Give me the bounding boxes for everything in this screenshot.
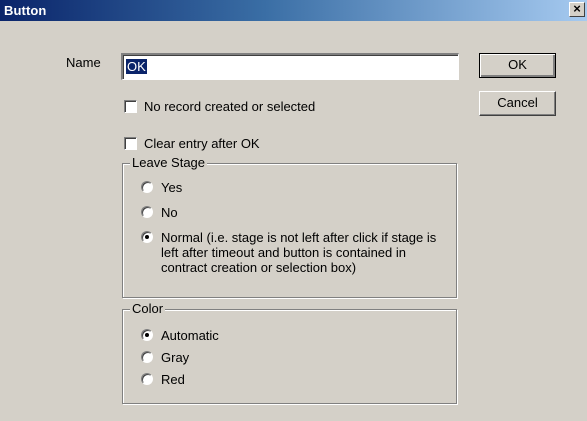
no-record-label: No record created or selected xyxy=(144,99,316,114)
leave-stage-normal-label: Normal (i.e. stage is not left after cli… xyxy=(161,230,437,275)
ok-button[interactable]: OK xyxy=(479,53,556,78)
color-gray-radio[interactable] xyxy=(141,351,153,363)
leave-stage-yes-radio[interactable] xyxy=(141,181,153,193)
clear-entry-label: Clear entry after OK xyxy=(144,136,260,151)
close-icon[interactable]: × xyxy=(569,2,585,17)
name-input[interactable]: OK xyxy=(121,53,459,80)
name-label: Name xyxy=(66,55,101,70)
name-input-value: OK xyxy=(126,59,147,74)
title-bar[interactable]: Button × xyxy=(0,0,587,21)
dialog-title: Button xyxy=(4,3,47,18)
leave-stage-no-label: No xyxy=(161,205,178,220)
leave-stage-normal-radio[interactable] xyxy=(141,231,153,243)
button-dialog: Button × Name OK OK Cancel No record cre… xyxy=(0,0,587,421)
no-record-checkbox[interactable] xyxy=(124,100,137,113)
color-automatic-radio[interactable] xyxy=(141,329,153,341)
color-title: Color xyxy=(130,301,166,316)
leave-stage-title: Leave Stage xyxy=(130,155,208,170)
color-gray-label: Gray xyxy=(161,350,190,365)
cancel-button[interactable]: Cancel xyxy=(479,91,556,116)
leave-stage-yes-label: Yes xyxy=(161,180,183,195)
color-red-label: Red xyxy=(161,372,185,387)
color-red-radio[interactable] xyxy=(141,373,153,385)
color-automatic-label: Automatic xyxy=(161,328,219,343)
clear-entry-checkbox[interactable] xyxy=(124,137,137,150)
leave-stage-no-radio[interactable] xyxy=(141,206,153,218)
